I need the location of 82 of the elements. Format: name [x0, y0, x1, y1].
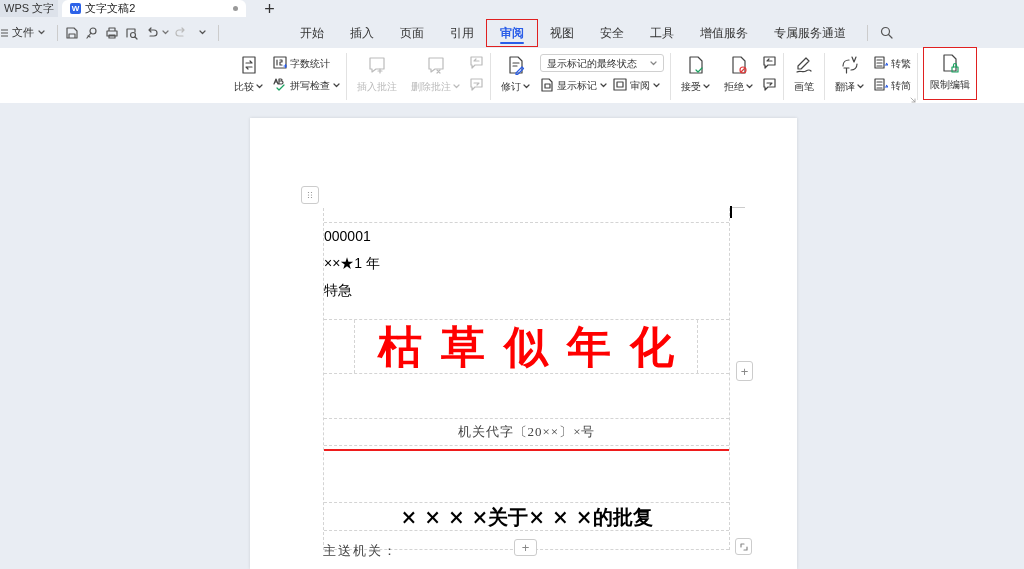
resize-icon	[739, 542, 748, 551]
add-row-button[interactable]: +	[514, 539, 537, 556]
ribbon-tab[interactable]: 安全	[587, 19, 637, 46]
ribbon-button[interactable]: 修订	[497, 50, 534, 96]
ribbon-button[interactable]	[763, 78, 777, 92]
change-arrow-icon	[763, 78, 777, 92]
document-number-text: 机关代字〔20××〕×号	[457, 423, 596, 442]
issuer-title: 枯草似年化	[378, 320, 693, 373]
ribbon-tab[interactable]: 页面	[387, 19, 437, 46]
review-pane-icon	[613, 78, 627, 92]
file-menu[interactable]: 文件	[0, 24, 53, 41]
ribbon-button[interactable]: 拼写检查	[273, 77, 340, 93]
caret-icon	[333, 82, 340, 88]
caret-icon	[162, 30, 169, 35]
comment-add-icon	[367, 55, 387, 75]
text-cursor	[730, 206, 732, 218]
change-arrow-icon	[763, 56, 777, 70]
caret-icon	[600, 82, 607, 88]
ribbon-button[interactable]: 翻译	[831, 50, 868, 96]
ribbon-tab[interactable]: 工具	[637, 19, 687, 46]
caret-icon	[653, 82, 660, 88]
ribbon-button[interactable]: 转繁	[874, 55, 911, 71]
spell-check-icon	[273, 78, 287, 92]
markup-icon	[540, 78, 554, 92]
ribbon-button[interactable]: 显示标记	[540, 77, 607, 93]
new-tab-button[interactable]: +	[264, 0, 275, 17]
document-tab-title: 文字文稿2	[85, 1, 136, 17]
dialog-launcher-button[interactable]	[910, 97, 916, 103]
document-number: 000001	[324, 227, 372, 246]
translate-icon	[839, 55, 860, 75]
document-tab[interactable]: W 文字文稿2	[62, 0, 247, 17]
comment-arrow-icon	[470, 56, 484, 70]
ribbon-button[interactable]: 字数统计	[273, 55, 330, 71]
print-preview-icon	[125, 25, 139, 40]
search-icon	[880, 26, 893, 39]
urgency-text: 特急	[324, 281, 353, 300]
menu-icon	[1, 28, 8, 37]
character-convert-icon	[874, 78, 888, 92]
document-lock-icon	[940, 53, 960, 73]
word-count-icon	[273, 56, 287, 70]
ribbon-tab[interactable]: 审阅	[487, 19, 537, 46]
display-mode-select[interactable]: 显示标记的最终状态	[540, 54, 664, 72]
ribbon-tab[interactable]: 引用	[437, 19, 487, 46]
save-icon	[65, 25, 79, 40]
ribbon-tab[interactable]: 视图	[537, 19, 587, 46]
caret-icon	[857, 84, 864, 89]
caret-icon	[38, 30, 45, 35]
app-logo: W	[70, 3, 82, 14]
redo-icon	[175, 26, 187, 39]
caret-icon	[703, 84, 710, 89]
ribbon-button[interactable]: 审阅	[613, 77, 660, 93]
ribbon-button[interactable]: 转简	[874, 77, 911, 93]
print-icon	[105, 25, 119, 40]
ribbon-button[interactable]: 拒绝	[720, 50, 757, 96]
character-convert-icon	[874, 56, 888, 70]
ribbon-button[interactable]: 限制编辑	[924, 48, 976, 99]
ribbon-tab[interactable]: 插入	[337, 19, 387, 46]
recipient-label: 主送机关：	[323, 542, 398, 560]
comment-delete-icon	[425, 55, 446, 75]
document-title: × × × ×关于× × ×的批复	[400, 503, 653, 531]
caret-icon	[650, 60, 657, 66]
caret-icon	[199, 30, 206, 35]
corner-arrow-icon	[910, 97, 916, 103]
key-icon	[85, 25, 99, 40]
ribbon-button[interactable]	[763, 56, 777, 70]
table-handle[interactable]	[301, 186, 319, 204]
caret-icon	[453, 84, 460, 89]
drag-handle-icon	[307, 191, 313, 199]
ribbon-tab[interactable]: 专属服务通道	[761, 19, 859, 46]
add-column-button[interactable]: +	[736, 361, 753, 381]
caret-icon	[256, 84, 263, 89]
ribbon-button[interactable]: 画笔	[790, 50, 818, 96]
ribbon-tab[interactable]: 增值服务	[687, 19, 761, 46]
comment-arrow-icon	[470, 78, 484, 92]
app-tab[interactable]: WPS 文字	[0, 0, 59, 17]
caret-icon	[746, 84, 753, 89]
pen-icon	[794, 55, 814, 75]
caret-icon	[523, 84, 530, 89]
classification-text: ××★1 年	[324, 254, 382, 273]
ribbon-tab[interactable]: 开始	[287, 19, 337, 46]
ribbon-button[interactable]: 接受	[677, 50, 714, 96]
ribbon-button[interactable]: 比较	[230, 50, 267, 96]
